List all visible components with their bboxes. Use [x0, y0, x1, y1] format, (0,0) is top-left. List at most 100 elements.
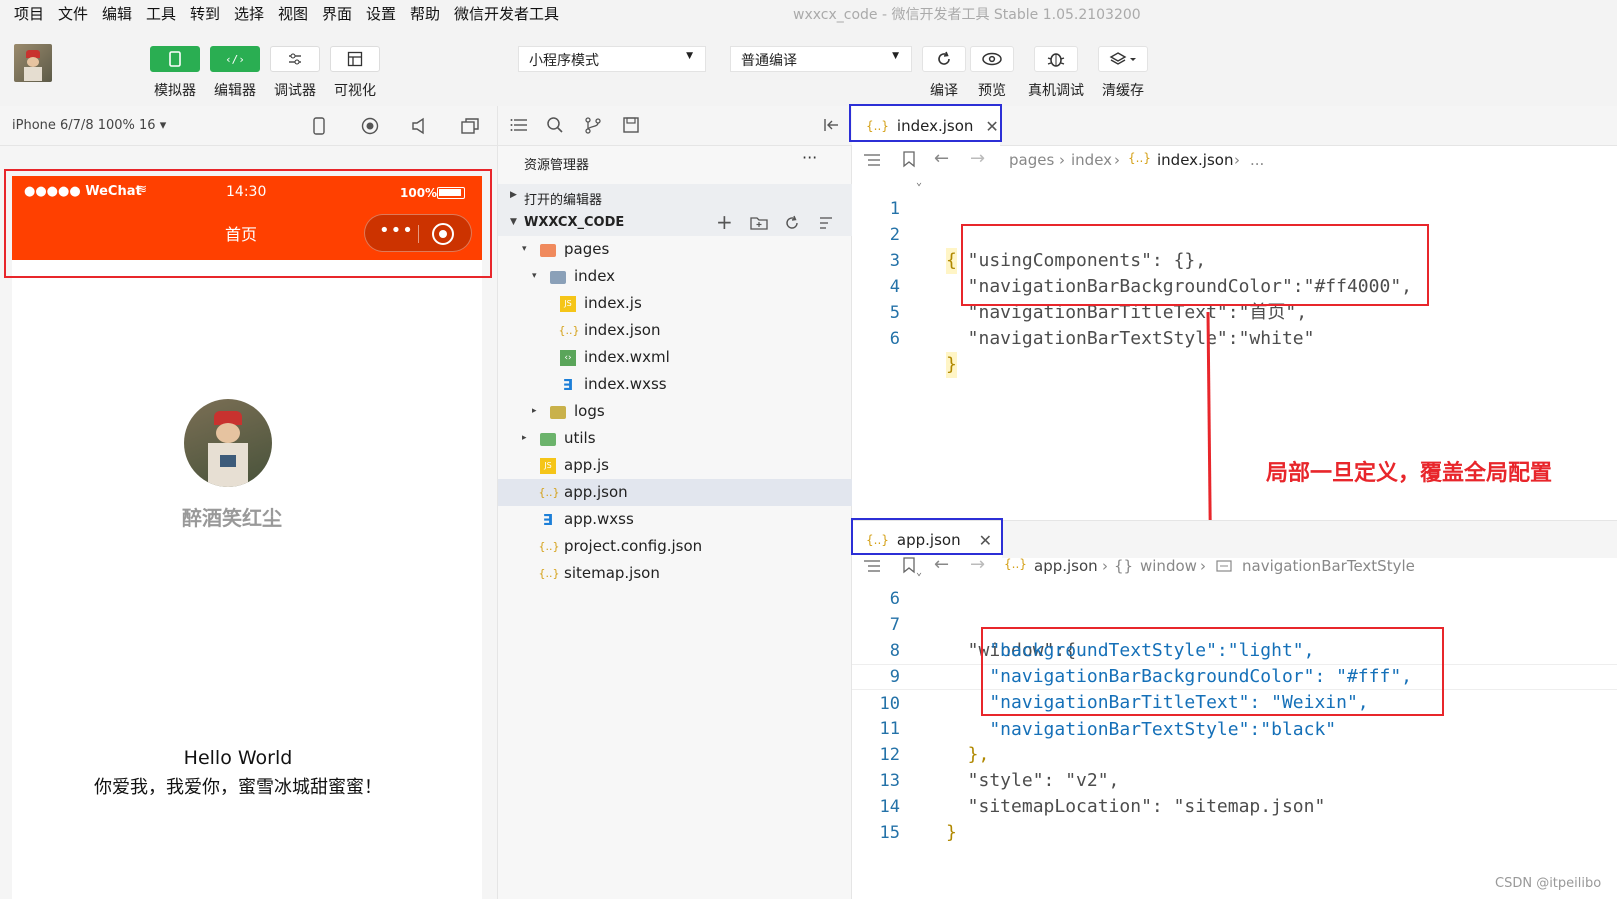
- fold-chevron-icon[interactable]: ⌄: [916, 170, 922, 196]
- open-editors-section[interactable]: ▶ 打开的编辑器: [498, 184, 853, 210]
- tree-item-sitemap[interactable]: {..} sitemap.json: [498, 560, 853, 587]
- collapse-all-icon[interactable]: [818, 215, 834, 231]
- tree-item-app-js[interactable]: JS app.js: [498, 452, 853, 479]
- clear-cache-button[interactable]: [1098, 46, 1148, 72]
- tree-item-pages[interactable]: ▾ pages: [498, 236, 853, 263]
- tree-label: project.config.json: [564, 537, 703, 555]
- menu-wechat-devtools[interactable]: 微信开发者工具: [454, 3, 559, 24]
- device-select[interactable]: iPhone 6/7/8 100% 16 ▾: [12, 118, 166, 133]
- css-file-icon: ∃: [562, 376, 574, 394]
- refresh-icon[interactable]: [784, 215, 800, 231]
- bookmark-icon[interactable]: [902, 150, 916, 168]
- caret-down-icon: ▼: [892, 51, 899, 61]
- menu-goto[interactable]: 转到: [190, 3, 220, 24]
- eye-icon: [982, 52, 1002, 66]
- mode-select-value: 小程序模式: [529, 53, 599, 69]
- caret-down-icon: ▼: [686, 51, 693, 61]
- explorer-title: 资源管理器: [524, 158, 590, 173]
- user-avatar-large[interactable]: [184, 399, 272, 487]
- new-folder-icon[interactable]: [750, 215, 768, 231]
- phone-icon[interactable]: [312, 116, 326, 136]
- menu-edit[interactable]: 编辑: [102, 3, 132, 24]
- code-line: 14 }: [852, 768, 1617, 843]
- more-actions-icon[interactable]: ···: [802, 148, 817, 167]
- breadcrumb-item[interactable]: index: [1071, 151, 1112, 169]
- layers-icon: [1109, 52, 1136, 65]
- menu-file[interactable]: 文件: [58, 3, 88, 24]
- forward-arrow-icon[interactable]: →: [970, 148, 985, 169]
- highlight-tab-index: [849, 104, 1002, 142]
- tree-label: pages: [564, 240, 610, 258]
- tree-item-index-folder[interactable]: ▾ index: [498, 263, 853, 290]
- tree-label: index.js: [584, 294, 642, 312]
- record-icon[interactable]: [360, 116, 380, 136]
- menu-view[interactable]: 视图: [278, 3, 308, 24]
- tree-item-logs[interactable]: ▸ logs: [498, 398, 853, 425]
- code-editor-app-json[interactable]: ← → {..} app.json › {} window › navigati…: [852, 554, 1617, 899]
- tree-item-index-js[interactable]: JS index.js: [498, 290, 853, 317]
- js-file-icon: JS: [540, 458, 556, 474]
- list-icon[interactable]: [510, 117, 528, 133]
- popout-window-icon[interactable]: [460, 116, 480, 136]
- save-disk-icon[interactable]: [622, 116, 640, 134]
- refresh-icon: [938, 51, 950, 65]
- user-avatar[interactable]: [14, 44, 52, 82]
- json-file-icon: {..}: [538, 567, 560, 580]
- new-file-icon[interactable]: +: [716, 210, 733, 234]
- menu-help[interactable]: 帮助: [410, 3, 440, 24]
- simulator-header: iPhone 6/7/8 100% 16 ▾: [0, 106, 497, 146]
- collapse-panel-icon[interactable]: [822, 116, 840, 134]
- sliders-icon: [289, 53, 301, 65]
- folder-pages-icon: [540, 244, 556, 257]
- outline-icon[interactable]: [862, 152, 882, 168]
- chevron-right-icon: ▸: [532, 406, 537, 416]
- code-line: 6 ⌄ "window":{: [852, 560, 1617, 661]
- fold-chevron-icon[interactable]: ⌄: [916, 560, 922, 586]
- visual-label: 可视化: [334, 83, 376, 99]
- highlight-navbar-box: [4, 169, 492, 278]
- highlight-global-config-box: [981, 627, 1444, 716]
- tree-item-index-json[interactable]: {..} index.json: [498, 317, 853, 344]
- tree-label: logs: [574, 402, 605, 420]
- remote-debug-button[interactable]: [1034, 46, 1078, 72]
- volume-icon[interactable]: [410, 116, 428, 136]
- tree-item-project-config[interactable]: {..} project.config.json: [498, 533, 853, 560]
- editor-toggle-button[interactable]: ‹/›: [210, 46, 260, 72]
- tree-label: index.json: [584, 321, 661, 339]
- preview-button[interactable]: [970, 46, 1014, 72]
- chevron-down-icon: ▾: [532, 271, 537, 281]
- simulator-toggle-button[interactable]: [150, 46, 200, 72]
- menu-tools[interactable]: 工具: [146, 3, 176, 24]
- mode-select[interactable]: 小程序模式 ▼: [518, 46, 706, 72]
- tree-item-utils[interactable]: ▸ utils: [498, 425, 853, 452]
- compile-button[interactable]: [922, 46, 966, 72]
- project-section[interactable]: ▼ WXXCX_CODE +: [498, 210, 853, 236]
- back-arrow-icon[interactable]: ←: [934, 148, 949, 169]
- remote-debug-label: 真机调试: [1028, 83, 1084, 99]
- visual-toggle-button[interactable]: [330, 46, 380, 72]
- line-number: 15: [879, 823, 900, 843]
- code-text: }: [946, 352, 957, 378]
- compile-select[interactable]: 普通编译 ▼: [730, 46, 912, 72]
- breadcrumb-item[interactable]: index.json: [1157, 151, 1233, 169]
- tree-item-index-wxss[interactable]: ∃ index.wxss: [498, 371, 853, 398]
- wxml-file-icon: ‹›: [560, 350, 576, 366]
- code-line: 13 "sitemapLocation": "sitemap.json": [852, 742, 1617, 817]
- breadcrumb-item[interactable]: ...: [1250, 151, 1264, 169]
- tree-item-index-wxml[interactable]: ‹› index.wxml: [498, 344, 853, 371]
- search-icon[interactable]: [546, 116, 564, 134]
- tree-item-app-json[interactable]: {..} app.json: [498, 479, 853, 506]
- menu-settings[interactable]: 设置: [366, 3, 396, 24]
- menu-project[interactable]: 项目: [14, 3, 44, 24]
- breadcrumb-item[interactable]: pages: [1009, 151, 1054, 169]
- annotation-text: 局部一旦定义，覆盖全局配置: [1266, 461, 1553, 486]
- open-editors-label: 打开的编辑器: [524, 193, 603, 208]
- json-file-icon: {..}: [538, 540, 560, 553]
- source-control-icon[interactable]: [584, 116, 602, 134]
- menu-select[interactable]: 选择: [234, 3, 264, 24]
- menu-interface[interactable]: 界面: [322, 3, 352, 24]
- message-text: 你爱我，我爱你，蜜雪冰城甜蜜蜜！: [94, 777, 382, 798]
- debugger-toggle-button[interactable]: [270, 46, 320, 72]
- code-text: "navigationBarTextStyle":"white": [946, 328, 1315, 349]
- tree-item-app-wxss[interactable]: ∃ app.wxss: [498, 506, 853, 533]
